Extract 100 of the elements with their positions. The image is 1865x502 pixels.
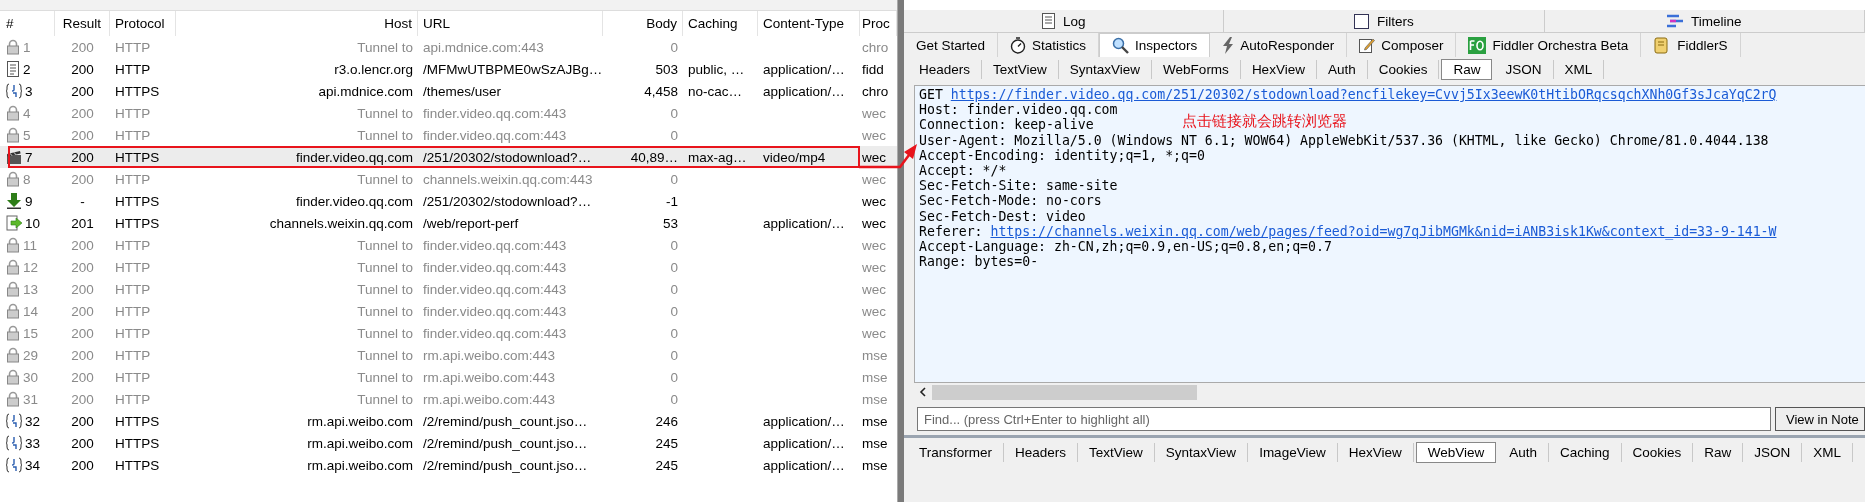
toolbar-tab[interactable]: Filters bbox=[1224, 10, 1545, 32]
session-number: 8 bbox=[23, 171, 31, 187]
table-cell-text: wec bbox=[861, 149, 887, 165]
table-cell-text: fidd bbox=[861, 61, 885, 77]
table-cell-text: finder.video.qq.com:443 bbox=[422, 237, 568, 253]
table-cell-text: -1 bbox=[665, 193, 679, 209]
session-number: 32 bbox=[25, 413, 41, 429]
pencil-note-icon bbox=[1359, 37, 1376, 53]
tab[interactable]: Raw bbox=[1441, 58, 1493, 80]
tab[interactable]: XML bbox=[1553, 59, 1605, 79]
scrollbar-thumb[interactable] bbox=[932, 384, 1197, 400]
table-cell-text: Tunnel to bbox=[356, 303, 414, 319]
tab[interactable]: Get Started bbox=[904, 33, 999, 57]
tab[interactable]: Composer bbox=[1347, 33, 1457, 57]
tab[interactable]: Headers bbox=[1004, 443, 1079, 462]
tab[interactable]: SyntaxView bbox=[1058, 59, 1153, 79]
column-header[interactable]: URL bbox=[418, 11, 603, 36]
tab[interactable]: Fiddler Orchestra Beta bbox=[1456, 33, 1642, 57]
tab[interactable]: TextView bbox=[982, 59, 1059, 79]
session-row[interactable]: 12 200 HTTP Tunnel to finder.video.qq.com:443 0 wec bbox=[0, 256, 897, 278]
table-cell-text: 200 bbox=[70, 325, 95, 341]
scroll-left-icon[interactable] bbox=[919, 387, 927, 397]
find-field[interactable]: Find... (press Ctrl+Enter to highlight all) bbox=[917, 407, 1771, 431]
table-cell-text: rm.api.weibo.com bbox=[306, 413, 414, 429]
tab[interactable]: JSON bbox=[1743, 443, 1803, 462]
splitter[interactable] bbox=[897, 0, 904, 502]
table-cell-text: /2/remind/push_count.jso… bbox=[422, 457, 589, 473]
tab[interactable]: Cookies bbox=[1367, 59, 1440, 79]
table-cell-text: HTTP bbox=[114, 281, 152, 297]
tab[interactable]: FiddlerS bbox=[1641, 33, 1741, 57]
session-number: 9 bbox=[25, 193, 33, 209]
table-cell-text: HTTP bbox=[114, 369, 152, 385]
column-header[interactable]: Content-Type bbox=[758, 11, 860, 36]
annotation-text: 点击链接就会跳转浏览器 bbox=[1182, 112, 1347, 131]
session-row[interactable]: 11 200 HTTP Tunnel to finder.video.qq.com:443 0 wec bbox=[0, 234, 897, 256]
session-row[interactable]: 3 200 HTTPS api.mdnice.com /themes/user 4,458 no-cac… application/… chro bbox=[0, 80, 897, 102]
session-row[interactable]: 1 200 HTTP Tunnel to api.mdnice.com:443 0 chro bbox=[0, 36, 897, 58]
tab[interactable]: Inspectors bbox=[1099, 33, 1211, 57]
session-row[interactable]: 34 200 HTTPS rm.api.weibo.com /2/remind/push_count.jso… 245 application/… mse bbox=[0, 454, 897, 476]
table-cell-text: Tunnel to bbox=[356, 259, 414, 275]
column-header[interactable]: Body bbox=[603, 11, 683, 36]
tab[interactable]: ImageView bbox=[1248, 443, 1338, 462]
tab[interactable]: Headers bbox=[908, 59, 983, 79]
table-cell-text: 0 bbox=[669, 303, 679, 319]
session-row[interactable]: 32 200 HTTPS rm.api.weibo.com /2/remind/push_count.jso… 246 application/… mse bbox=[0, 410, 897, 432]
lock-icon bbox=[6, 325, 20, 341]
tab[interactable]: SyntaxView bbox=[1154, 443, 1249, 462]
column-header[interactable]: Caching bbox=[683, 11, 758, 36]
session-row[interactable]: 2 200 HTTP r3.o.lencr.org /MFMwUTBPME0wSzAJBg… 503 public, … application/… fidd bbox=[0, 58, 897, 80]
session-row[interactable]: 10 201 HTTPS channels.weixin.qq.com /web/report-perf 53 application/… wec bbox=[0, 212, 897, 234]
tab[interactable]: Auth bbox=[1316, 59, 1368, 79]
tab[interactable]: Transformer bbox=[908, 443, 1004, 462]
session-row[interactable]: 30 200 HTTP Tunnel to rm.api.weibo.com:443 0 mse bbox=[0, 366, 897, 388]
tab[interactable]: AutoResponder bbox=[1210, 33, 1348, 57]
session-row[interactable]: 8 200 HTTP Tunnel to channels.weixin.qq.com:443 0 wec bbox=[0, 168, 897, 190]
toolbar-tab[interactable]: Timeline bbox=[1544, 10, 1865, 32]
column-header[interactable]: Host bbox=[176, 11, 418, 36]
toolbar-tab[interactable]: Log bbox=[904, 10, 1225, 32]
tab[interactable]: XML bbox=[1802, 443, 1854, 462]
table-cell-text: finder.video.qq.com:443 bbox=[422, 105, 568, 121]
link[interactable]: https://finder.video.qq.com/251/20302/stodownload?encfilekey=Cvvj5Ix3eewK0tHtibORqcsqchXNh0Gf3sJcaYqC2rQ bbox=[950, 87, 1777, 102]
json-icon bbox=[6, 413, 22, 429]
tab[interactable]: Cookies bbox=[1621, 443, 1694, 462]
lock-icon bbox=[6, 237, 20, 253]
tab[interactable]: Raw bbox=[1693, 443, 1744, 462]
table-cell-text: 200 bbox=[70, 61, 95, 77]
tab[interactable]: HexView bbox=[1240, 59, 1317, 79]
tab[interactable]: HexView bbox=[1337, 443, 1414, 462]
tab[interactable]: JSON bbox=[1494, 59, 1554, 79]
session-row[interactable]: 33 200 HTTPS rm.api.weibo.com /2/remind/push_count.jso… 245 application/… mse bbox=[0, 432, 897, 454]
column-header[interactable]: # bbox=[0, 11, 55, 36]
table-cell-text: Tunnel to bbox=[356, 105, 414, 121]
table-cell-text: 200 bbox=[70, 303, 95, 319]
table-cell-text: Tunnel to bbox=[356, 39, 414, 55]
session-row[interactable]: 4 200 HTTP Tunnel to finder.video.qq.com:443 0 wec bbox=[0, 102, 897, 124]
session-row[interactable]: 13 200 HTTP Tunnel to finder.video.qq.com:443 0 wec bbox=[0, 278, 897, 300]
session-row[interactable]: 5 200 HTTP Tunnel to finder.video.qq.com:443 0 wec bbox=[0, 124, 897, 146]
tab[interactable]: Caching bbox=[1549, 443, 1622, 462]
session-row[interactable]: 31 200 HTTP Tunnel to rm.api.weibo.com:443 0 mse bbox=[0, 388, 897, 410]
column-header[interactable]: Result bbox=[55, 11, 110, 36]
view-in-notepad-button[interactable]: View in Note bbox=[1775, 407, 1865, 431]
table-cell-text: HTTPS bbox=[114, 413, 161, 429]
table-cell-text: 0 bbox=[669, 171, 679, 187]
column-header[interactable]: Protocol bbox=[110, 11, 176, 36]
session-row[interactable]: 15 200 HTTP Tunnel to finder.video.qq.com:443 0 wec bbox=[0, 322, 897, 344]
tab[interactable]: WebForms bbox=[1152, 59, 1241, 79]
table-cell-text: channels.weixin.qq.com bbox=[268, 215, 414, 231]
tab[interactable]: WebView bbox=[1415, 442, 1497, 463]
table-cell-text: finder.video.qq.com:443 bbox=[422, 127, 568, 143]
table-cell-text: max-ag… bbox=[687, 149, 748, 165]
table-cell-text: mse bbox=[861, 413, 889, 429]
session-row[interactable]: 9 - HTTPS finder.video.qq.com /251/20302/stodownload?… -1 wec bbox=[0, 190, 897, 212]
header-text: Sec-Fetch-Dest: video bbox=[919, 208, 1086, 224]
tab[interactable]: TextView bbox=[1078, 443, 1155, 462]
session-row[interactable]: 29 200 HTTP Tunnel to rm.api.weibo.com:443 0 mse bbox=[0, 344, 897, 366]
table-cell-text: no-cac… bbox=[687, 83, 744, 99]
session-row[interactable]: 14 200 HTTP Tunnel to finder.video.qq.com:443 0 wec bbox=[0, 300, 897, 322]
tab[interactable]: Auth bbox=[1498, 443, 1549, 462]
link[interactable]: https://channels.weixin.qq.com/web/pages/feed?oid=wg7qJibMGMk&nid=iANB3isk1Kw&context_id=33-9-141-W bbox=[990, 223, 1777, 239]
timeline-icon bbox=[1667, 14, 1684, 28]
